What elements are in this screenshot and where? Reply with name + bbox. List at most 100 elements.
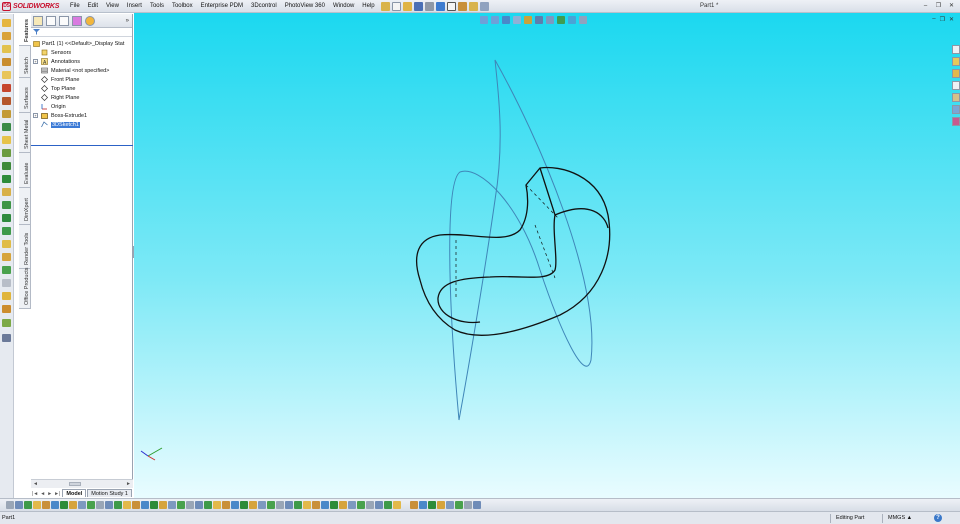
toolbar-button-icon[interactable] bbox=[123, 501, 131, 509]
menu-enterprise-pdm[interactable]: Enterprise PDM bbox=[197, 0, 247, 13]
apply-scene-icon[interactable] bbox=[568, 16, 576, 24]
tab-office-products[interactable]: Office Products bbox=[19, 268, 31, 309]
toolbar-button-icon[interactable] bbox=[51, 501, 59, 509]
open-folder-icon[interactable] bbox=[402, 1, 412, 11]
toolbar-button-icon[interactable] bbox=[132, 501, 140, 509]
tree-item-material[interactable]: Material <not specified> bbox=[31, 66, 133, 75]
toolbar-button-icon[interactable] bbox=[410, 501, 418, 509]
viewport-close-icon[interactable]: ✕ bbox=[949, 16, 954, 23]
save-icon[interactable] bbox=[413, 1, 423, 11]
rebuild-icon[interactable] bbox=[457, 1, 467, 11]
toolbar-button-icon[interactable] bbox=[168, 501, 176, 509]
section-view-icon[interactable] bbox=[513, 16, 521, 24]
toolbar-button-icon[interactable] bbox=[366, 501, 374, 509]
toolbar-button-icon[interactable] bbox=[455, 501, 463, 509]
revolved-cut-icon[interactable] bbox=[2, 110, 11, 118]
toolbar-button-icon[interactable] bbox=[348, 501, 356, 509]
dimxpert-manager-tab-icon[interactable] bbox=[72, 15, 82, 26]
revolve-boss-icon[interactable] bbox=[2, 32, 11, 40]
collapse-panel-icon[interactable]: » bbox=[126, 18, 129, 24]
scroll-right-icon[interactable]: ► bbox=[126, 481, 131, 487]
mirror-icon[interactable] bbox=[2, 214, 11, 222]
toolbar-button-icon[interactable] bbox=[249, 501, 257, 509]
toolbar-button-icon[interactable] bbox=[240, 501, 248, 509]
view-palette-icon[interactable] bbox=[952, 93, 960, 102]
help-icon[interactable]: ? bbox=[934, 514, 942, 522]
hole-wizard-icon[interactable] bbox=[2, 97, 11, 105]
toolbar-button-icon[interactable] bbox=[258, 501, 266, 509]
toolbar-button-icon[interactable] bbox=[24, 501, 32, 509]
toolbar-button-icon[interactable] bbox=[285, 501, 293, 509]
toolbar-button-icon[interactable] bbox=[339, 501, 347, 509]
split-line-icon[interactable] bbox=[2, 319, 11, 327]
menu-insert[interactable]: Insert bbox=[123, 0, 146, 13]
tree-item-annotations[interactable]: + A Annotations bbox=[31, 57, 133, 66]
toolbar-button-icon[interactable] bbox=[177, 501, 185, 509]
tab-dimxpert[interactable]: DimXpert bbox=[19, 188, 31, 225]
tab-sketch[interactable]: Sketch bbox=[19, 46, 31, 78]
wrap-icon[interactable] bbox=[2, 188, 11, 196]
expand-icon[interactable]: + bbox=[33, 59, 38, 64]
select-pointer-icon[interactable] bbox=[446, 1, 456, 11]
tree-item-top-plane[interactable]: Top Plane bbox=[31, 84, 133, 93]
horizontal-scrollbar[interactable]: ◄ ► bbox=[31, 479, 133, 488]
print-icon[interactable] bbox=[424, 1, 434, 11]
menu-tools[interactable]: Tools bbox=[146, 0, 168, 13]
toolbar-button-icon[interactable] bbox=[267, 501, 275, 509]
appearances-icon[interactable] bbox=[952, 105, 960, 114]
tree-item-front-plane[interactable]: Front Plane bbox=[31, 75, 133, 84]
scroll-left-icon[interactable]: ◄ bbox=[33, 481, 38, 487]
tab-nav-last-icon[interactable]: ►| bbox=[53, 491, 61, 497]
solidworks-logo[interactable]: DS SOLIDWORKS bbox=[0, 0, 62, 13]
minimize-icon[interactable]: – bbox=[921, 2, 930, 10]
view-orientation-icon[interactable] bbox=[524, 16, 532, 24]
fillet-icon[interactable] bbox=[2, 123, 11, 131]
toolbar-button-icon[interactable] bbox=[294, 501, 302, 509]
toolbar-button-icon[interactable] bbox=[357, 501, 365, 509]
tree-item-right-plane[interactable]: Right Plane bbox=[31, 93, 133, 102]
menu-toolbox[interactable]: Toolbox bbox=[168, 0, 197, 13]
menu-3dcontrol[interactable]: 3Dcontrol bbox=[247, 0, 281, 13]
pattern-icon[interactable] bbox=[2, 136, 11, 144]
rollback-bar[interactable] bbox=[31, 145, 133, 146]
toolbar-button-icon[interactable] bbox=[330, 501, 338, 509]
file-explorer-icon[interactable] bbox=[952, 69, 960, 78]
search-icon[interactable] bbox=[952, 81, 960, 90]
tab-features[interactable]: Features bbox=[19, 14, 31, 46]
menu-view[interactable]: View bbox=[102, 0, 123, 13]
feature-manager-tab-icon[interactable] bbox=[33, 15, 43, 26]
draft-icon[interactable] bbox=[2, 162, 11, 170]
configuration-manager-tab-icon[interactable] bbox=[59, 15, 69, 26]
scroll-thumb[interactable] bbox=[69, 482, 81, 486]
display-manager-tab-icon[interactable] bbox=[85, 15, 95, 26]
toolbar-button-icon[interactable] bbox=[428, 501, 436, 509]
menu-help[interactable]: Help bbox=[358, 0, 378, 13]
toolbar-button-icon[interactable] bbox=[464, 501, 472, 509]
boss-extrude-edge-outer[interactable] bbox=[416, 166, 611, 336]
options-icon[interactable] bbox=[479, 1, 489, 11]
tab-evaluate[interactable]: Evaluate bbox=[19, 153, 31, 188]
undo-icon[interactable] bbox=[435, 1, 445, 11]
toolbar-button-icon[interactable] bbox=[6, 501, 14, 509]
deform-icon[interactable] bbox=[2, 279, 11, 287]
toolbar-button-icon[interactable] bbox=[15, 501, 23, 509]
toolbar-button-icon[interactable] bbox=[321, 501, 329, 509]
tree-item-sensors[interactable]: Sensors bbox=[31, 48, 133, 57]
toolbar-button-icon[interactable] bbox=[384, 501, 392, 509]
toolbar-button-icon[interactable] bbox=[437, 501, 445, 509]
tab-sheet-metal[interactable]: Sheet Metal bbox=[19, 113, 31, 153]
toolbar-button-icon[interactable] bbox=[312, 501, 320, 509]
display-style-icon[interactable] bbox=[535, 16, 543, 24]
toolbar-button-icon[interactable] bbox=[231, 501, 239, 509]
tab-model[interactable]: Model bbox=[62, 489, 87, 497]
graphics-area[interactable] bbox=[134, 13, 960, 498]
toolbar-button-icon[interactable] bbox=[33, 501, 41, 509]
rib-icon[interactable] bbox=[2, 149, 11, 157]
toolbar-button-icon[interactable] bbox=[375, 501, 383, 509]
loft-boss-icon[interactable] bbox=[2, 58, 11, 66]
tree-item-part[interactable]: Part1 (1) <<Default>_Display Stat bbox=[31, 39, 133, 48]
zoom-to-fit-icon[interactable] bbox=[480, 16, 488, 24]
menu-file[interactable]: File bbox=[66, 0, 84, 13]
toolbar-button-icon[interactable] bbox=[42, 501, 50, 509]
3d-sketch-curve[interactable] bbox=[449, 59, 593, 421]
